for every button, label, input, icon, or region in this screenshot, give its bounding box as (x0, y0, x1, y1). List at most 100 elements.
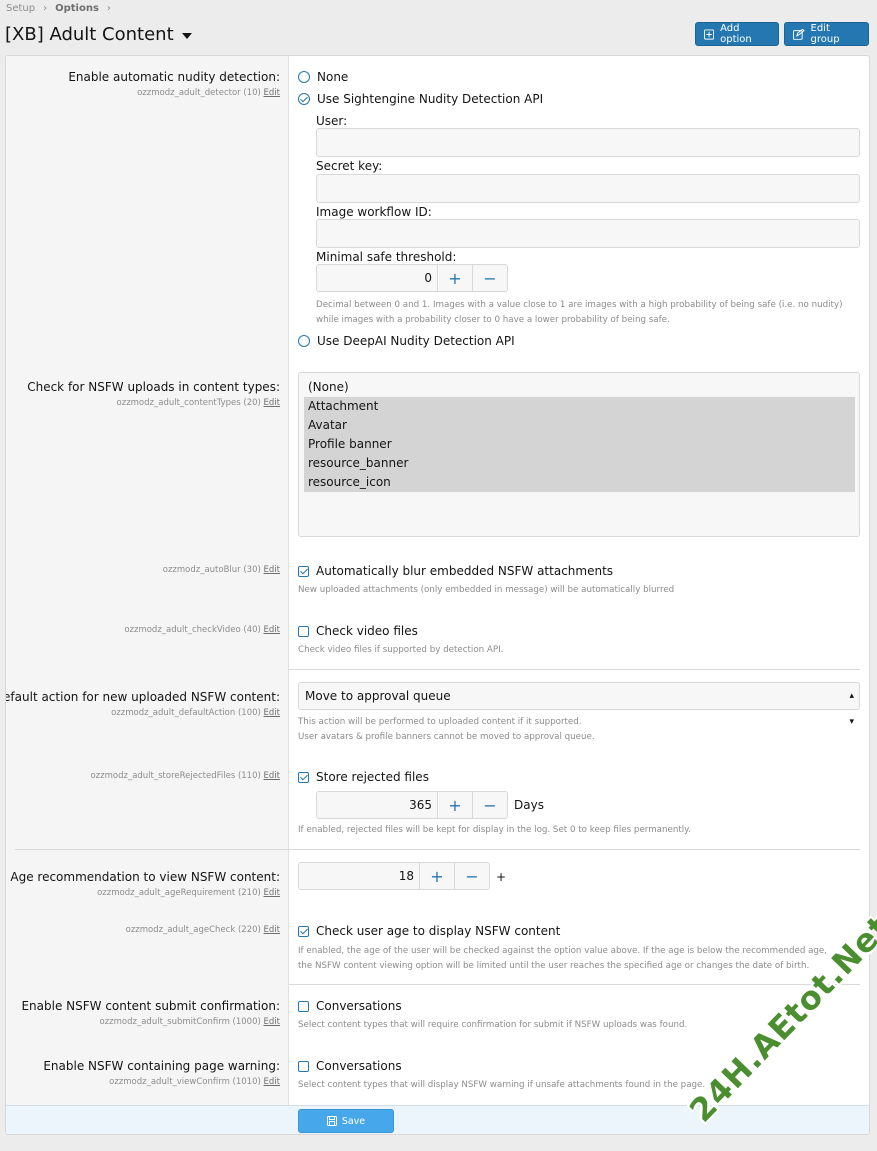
edit-icon (793, 28, 805, 40)
add-option-button[interactable]: Add option (695, 22, 779, 46)
age-requirement-label: Age recommendation to view NSFW content:… (10, 870, 280, 899)
page-title[interactable]: [XB] Adult Content (5, 24, 192, 45)
age-requirement-title: Age recommendation to view NSFW content: (10, 870, 280, 884)
default-action-hint-1: This action will be performed to uploade… (298, 717, 582, 727)
minus-icon[interactable]: − (472, 792, 507, 818)
view-confirm-hint: Select content types that will display N… (298, 1080, 706, 1090)
submit-confirm-sub: ozzmodz_adult_submitConfirm (1000) Edit (99, 1017, 280, 1027)
edit-link[interactable]: Edit (264, 1017, 280, 1027)
plus-icon[interactable]: + (419, 863, 454, 889)
checkbox-checked-icon[interactable] (298, 565, 309, 577)
edit-link[interactable]: Edit (264, 88, 280, 98)
content-types-title: Check for NSFW uploads in content types: (27, 380, 280, 394)
breadcrumb: Setup › Options › (6, 3, 111, 14)
age-requirement-sub: ozzmodz_adult_ageRequirement (210) Edit (97, 888, 280, 898)
list-item[interactable]: (None) (304, 378, 855, 397)
submit-confirm-hint: Select content types that will require c… (298, 1020, 688, 1030)
add-option-label: Add option (720, 23, 752, 45)
radio-sightengine[interactable]: Use Sightengine Nudity Detection API (298, 92, 543, 106)
threshold-stepper[interactable]: 0 + − (316, 264, 508, 292)
age-check-label: ozzmodz_adult_ageCheck (220) Edit (126, 922, 280, 936)
checkbox-checked-icon[interactable] (298, 925, 309, 937)
age-check-text: Check user age to display NSFW content (316, 924, 561, 938)
workflow-id-label: Image workflow ID: (316, 205, 432, 219)
list-item[interactable]: Profile banner (304, 435, 855, 454)
content-types-label: Check for NSFW uploads in content types:… (27, 380, 280, 409)
list-item[interactable]: resource_icon (304, 473, 855, 492)
default-action-select[interactable]: Move to approval queue ▴ ▾ (298, 682, 860, 727)
save-icon (326, 1116, 337, 1126)
store-rejected-text: Store rejected files (316, 770, 429, 784)
auto-blur-label: ozzmodz_autoBlur (30) Edit (163, 562, 280, 576)
content-types-sub: ozzmodz_adult_contentTypes (20) Edit (116, 398, 280, 408)
divider (289, 984, 860, 985)
edit-group-label: Edit group (810, 23, 840, 45)
edit-link[interactable]: Edit (264, 771, 280, 781)
minus-icon[interactable]: − (454, 863, 489, 889)
store-rejected-checkbox[interactable]: Store rejected files (298, 770, 429, 784)
store-rejected-stepper[interactable]: 365 + − (316, 791, 508, 819)
user-input[interactable] (316, 128, 860, 157)
radio-deepai[interactable]: Use DeepAI Nudity Detection API (298, 334, 515, 348)
radio-none-label: None (317, 70, 349, 84)
auto-blur-checkbox[interactable]: Automatically blur embedded NSFW attachm… (298, 564, 613, 578)
age-requirement-value[interactable]: 18 (299, 863, 419, 889)
plus-icon[interactable]: + (437, 265, 472, 291)
breadcrumb-options[interactable]: Options (55, 3, 99, 14)
checkbox-checked-icon[interactable] (298, 771, 309, 783)
store-rejected-value[interactable]: 365 (317, 792, 437, 818)
radio-icon[interactable] (298, 71, 310, 83)
age-requirement-stepper[interactable]: 18 + − (298, 862, 490, 890)
list-item[interactable]: Avatar (304, 416, 855, 435)
divider (289, 669, 860, 670)
checkbox-icon[interactable] (298, 1000, 309, 1012)
divider (15, 849, 860, 850)
edit-link[interactable]: Edit (264, 1077, 280, 1087)
submit-confirm-conversations-checkbox[interactable]: Conversations (298, 999, 402, 1013)
minus-icon[interactable]: − (472, 265, 507, 291)
check-video-label: ozzmodz_adult_checkVideo (40) Edit (124, 622, 280, 636)
edit-group-button[interactable]: Edit group (784, 22, 869, 46)
workflow-id-input[interactable] (316, 219, 860, 248)
auto-blur-sub: ozzmodz_autoBlur (30) Edit (162, 565, 280, 575)
breadcrumb-setup[interactable]: Setup (6, 3, 35, 14)
check-video-text: Check video files (316, 624, 418, 638)
save-button[interactable]: Save (298, 1109, 394, 1133)
detector-label: Enable automatic nudity detection: ozzmo… (68, 70, 280, 99)
radio-none[interactable]: None (298, 70, 348, 84)
age-check-checkbox[interactable]: Check user age to display NSFW content (298, 924, 560, 938)
detector-sub: ozzmodz_adult_detector (10) Edit (137, 88, 280, 98)
chevron-right-icon: › (106, 3, 111, 14)
default-action-value: Move to approval queue (305, 689, 451, 703)
days-unit: Days (514, 798, 544, 812)
content-types-list[interactable]: (None) Attachment Avatar Profile banner … (298, 372, 860, 537)
form-footer (6, 1105, 869, 1134)
auto-blur-text: Automatically blur embedded NSFW attachm… (316, 564, 614, 578)
checkbox-icon[interactable] (298, 625, 309, 637)
radio-checked-icon[interactable] (298, 93, 310, 105)
store-rejected-label: ozzmodz_adult_storeRejectedFiles (110) E… (90, 768, 280, 782)
list-item[interactable]: Attachment (304, 397, 855, 416)
default-action-hint-2: User avatars & profile banners cannot be… (298, 732, 595, 742)
edit-link[interactable]: Edit (264, 888, 280, 898)
edit-link[interactable]: Edit (264, 565, 280, 575)
edit-link[interactable]: Edit (264, 625, 280, 635)
auto-blur-hint: New uploaded attachments (only embedded … (298, 585, 675, 595)
edit-link[interactable]: Edit (264, 925, 280, 935)
view-confirm-conversations-checkbox[interactable]: Conversations (298, 1059, 402, 1073)
edit-link[interactable]: Edit (264, 398, 280, 408)
list-item[interactable]: resource_banner (304, 454, 855, 473)
checkbox-icon[interactable] (298, 1060, 309, 1072)
age-unit: + (496, 870, 507, 884)
edit-link[interactable]: Edit (264, 708, 280, 718)
user-label: User: (316, 114, 348, 128)
check-video-checkbox[interactable]: Check video files (298, 624, 418, 638)
plus-icon[interactable]: + (437, 792, 472, 818)
caret-down-icon[interactable] (181, 32, 192, 39)
threshold-value[interactable]: 0 (317, 265, 437, 291)
radio-icon[interactable] (298, 335, 310, 347)
submit-confirm-option: Conversations (316, 999, 402, 1013)
default-action-title: Default action for new uploaded NSFW con… (5, 690, 280, 704)
chevron-right-icon: › (43, 3, 48, 14)
secret-key-input[interactable] (316, 174, 860, 203)
